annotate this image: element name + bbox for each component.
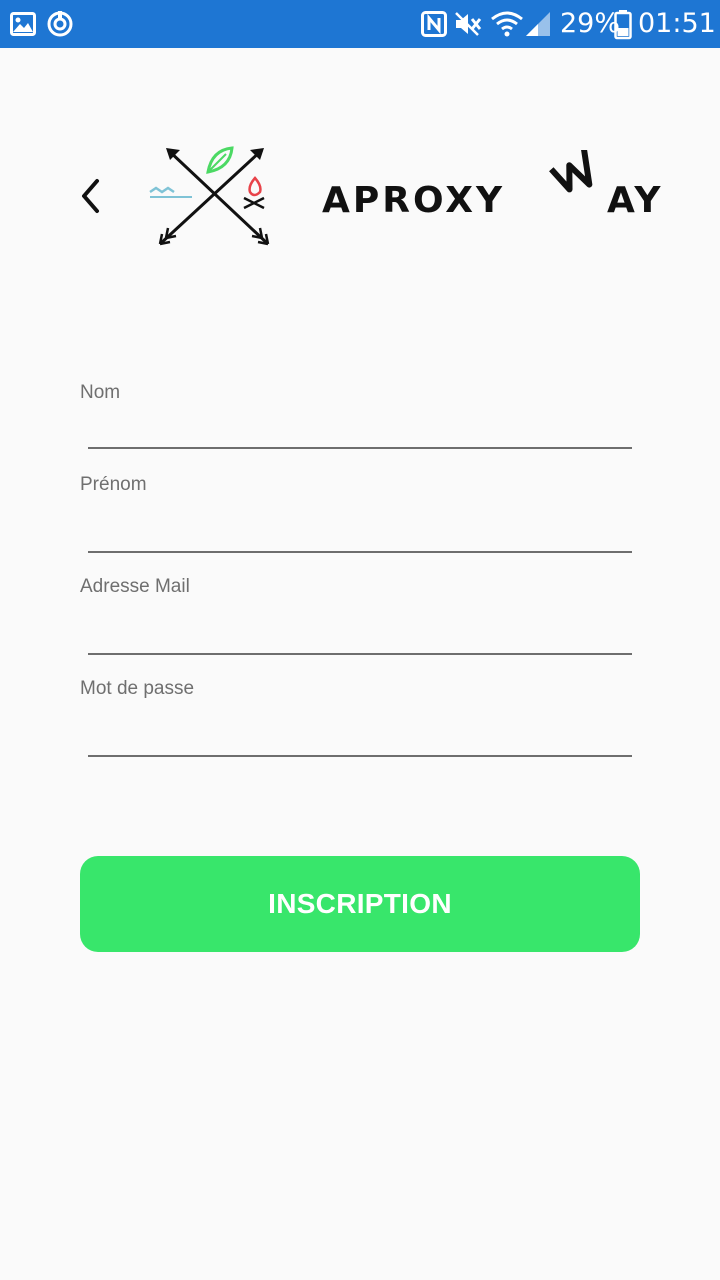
signal-icon	[524, 10, 552, 43]
logo-emblem	[140, 140, 280, 257]
logo-letter-w	[549, 149, 599, 201]
mute-icon	[454, 11, 482, 42]
field-nom: Nom	[80, 381, 640, 449]
logo-text-left: APROXY	[322, 180, 506, 221]
inscription-button[interactable]: INSCRIPTION	[80, 856, 640, 952]
status-bar: 29% 01:51	[0, 0, 720, 48]
email-input[interactable]	[88, 619, 632, 655]
battery-percentage: 29%	[560, 8, 621, 39]
field-label: Mot de passe	[80, 678, 195, 699]
field-password: Mot de passe	[80, 677, 640, 757]
field-label: Prénom	[80, 474, 147, 495]
battery-icon	[614, 10, 632, 45]
nfc-icon	[421, 11, 447, 42]
sync-icon	[46, 10, 74, 43]
field-label: Adresse Mail	[80, 576, 190, 597]
field-label: Nom	[80, 382, 121, 403]
wifi-icon	[490, 10, 524, 43]
field-prenom: Prénom	[80, 473, 640, 553]
clock: 01:51	[638, 8, 716, 39]
logo-text-right: AY	[607, 180, 664, 221]
logo-wordmark: APROXY AY	[322, 149, 692, 230]
prenom-input[interactable]	[88, 517, 632, 553]
chevron-left-icon	[79, 178, 101, 219]
password-input[interactable]	[88, 721, 632, 757]
gallery-icon	[10, 12, 36, 41]
field-email: Adresse Mail	[80, 575, 640, 655]
nom-input[interactable]	[88, 413, 632, 449]
back-button[interactable]	[68, 172, 112, 224]
